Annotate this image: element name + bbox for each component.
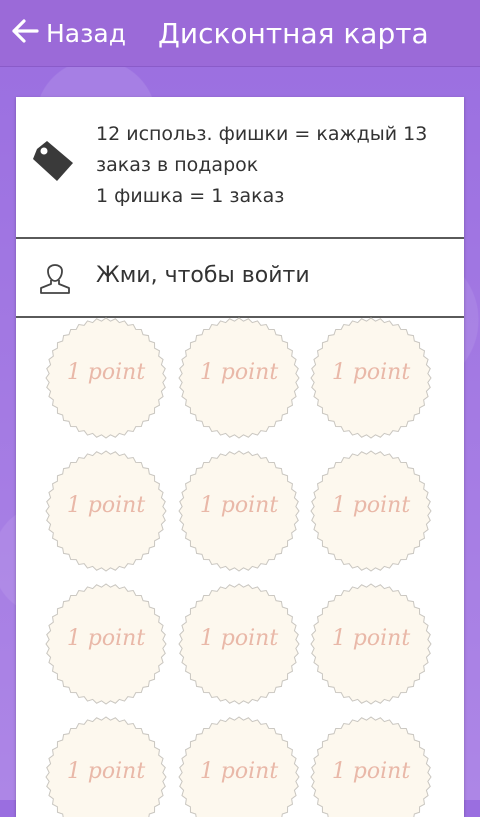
stamp-slot: 1 point	[44, 582, 168, 706]
arrow-left-icon	[10, 16, 40, 50]
back-label: Назад	[46, 18, 127, 48]
stamp-slot: 1 point	[309, 715, 433, 817]
discount-card: 12 использ. фишки = каждый 13 заказ в по…	[16, 97, 464, 817]
stamp-label: 1 point	[66, 626, 146, 651]
rules-line-2: заказ в подарок	[96, 154, 259, 176]
stamp-label: 1 point	[331, 759, 411, 784]
stamp-slot: 1 point	[44, 449, 168, 573]
stamp-label: 1 point	[331, 493, 411, 518]
rules-line-3: 1 фишка = 1 заказ	[96, 185, 285, 207]
user-icon	[40, 264, 70, 294]
stamp-label: 1 point	[66, 360, 146, 385]
rules-text: 12 использ. фишки = каждый 13 заказ в по…	[96, 119, 436, 212]
stamp-label: 1 point	[199, 626, 279, 651]
stamp-slot: 1 point	[44, 715, 168, 817]
login-button[interactable]: Жми, чтобы войти	[16, 239, 464, 318]
stamp-label: 1 point	[199, 493, 279, 518]
stamp-slot: 1 point	[177, 449, 301, 573]
stamp-slot: 1 point	[309, 582, 433, 706]
stamp-slot: 1 point	[177, 715, 301, 817]
rules-section: 12 использ. фишки = каждый 13 заказ в по…	[16, 97, 464, 239]
stamp-label: 1 point	[66, 493, 146, 518]
stamp-label: 1 point	[66, 759, 146, 784]
stamp-slot: 1 point	[309, 449, 433, 573]
stamp-slot: 1 point	[309, 316, 433, 440]
header-bar: Назад Дисконтная карта	[0, 0, 480, 67]
stamp-slot: 1 point	[44, 316, 168, 440]
stamp-label: 1 point	[199, 360, 279, 385]
back-button[interactable]: Назад	[0, 0, 126, 66]
rules-line-1: 12 использ. фишки = каждый 13	[96, 123, 428, 145]
stamp-label: 1 point	[331, 360, 411, 385]
tag-icon	[33, 141, 73, 181]
page-title: Дисконтная карта	[158, 16, 429, 50]
stamp-slot: 1 point	[177, 582, 301, 706]
stamp-label: 1 point	[331, 626, 411, 651]
stamp-slot: 1 point	[177, 316, 301, 440]
login-label: Жми, чтобы войти	[96, 263, 310, 288]
stamp-label: 1 point	[199, 759, 279, 784]
